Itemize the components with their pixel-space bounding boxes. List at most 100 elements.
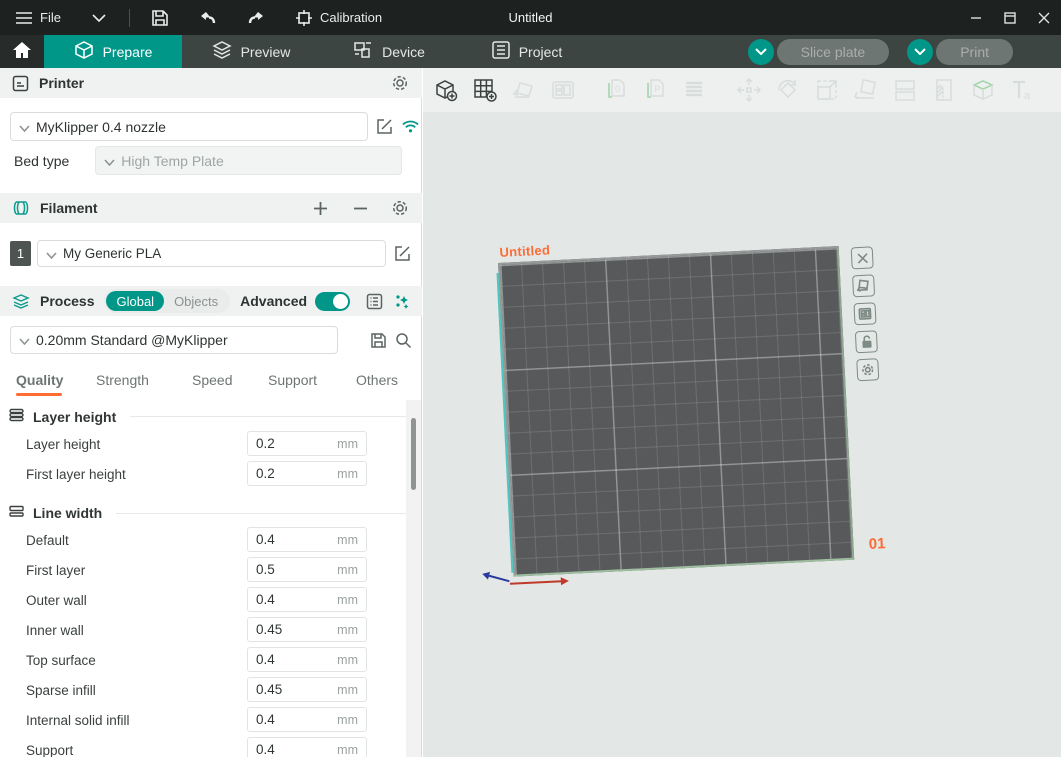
save-icon[interactable] [150, 8, 170, 28]
setting-input[interactable]: 0.4 mm [247, 647, 367, 672]
build-plate[interactable] [498, 246, 854, 577]
home-icon [12, 41, 32, 62]
setting-input[interactable]: 0.4 mm [247, 587, 367, 612]
scrollbar-thumb[interactable] [411, 418, 416, 490]
setting-input[interactable]: 0.45 mm [247, 677, 367, 702]
process-section-header: Process Global Objects Advanced [0, 286, 422, 316]
tab-preview-label: Preview [241, 44, 291, 60]
add-filament-icon[interactable] [310, 198, 330, 218]
save-preset-icon[interactable] [370, 330, 387, 350]
edit-printer-icon[interactable] [376, 117, 393, 137]
setting-unit: mm [337, 563, 358, 577]
add-plate-icon[interactable] [472, 76, 498, 104]
line-width-icon [8, 505, 25, 521]
redo-icon[interactable] [246, 8, 266, 28]
plate-number-label: 01 [868, 535, 886, 553]
scope-objects[interactable]: Objects [164, 291, 228, 311]
process-preset-select[interactable]: 0.20mm Standard @MyKlipper [10, 326, 338, 354]
close-icon[interactable] [1027, 0, 1061, 35]
maximize-icon[interactable] [993, 0, 1027, 35]
tab-prepare[interactable]: Prepare [44, 35, 182, 68]
slice-plate-button[interactable]: Slice plate [777, 39, 890, 65]
plate-toolbar [851, 246, 880, 381]
file-menu[interactable]: File [14, 8, 61, 28]
setting-value: 0.4 [256, 592, 337, 607]
paint-cube-icon[interactable] [970, 76, 996, 104]
tab-strength[interactable]: Strength [96, 366, 174, 396]
filament-gear-icon[interactable] [390, 198, 410, 218]
printer-preset-select[interactable]: MyKlipper 0.4 nozzle [10, 112, 368, 141]
setting-label: First layer [26, 563, 85, 578]
checklist-icon[interactable] [364, 291, 384, 311]
auto-orient-icon[interactable] [511, 76, 537, 104]
setting-input[interactable]: 0.4 mm [247, 737, 367, 757]
slice-options-chevron-icon[interactable] [748, 39, 774, 65]
remove-filament-icon[interactable] [350, 198, 370, 218]
arrange-icon[interactable] [550, 76, 576, 104]
filament-preset-select[interactable]: My Generic PLA [37, 240, 386, 267]
setting-unit: mm [337, 437, 358, 451]
setting-row: Default 0.4 mm [0, 525, 422, 555]
paste-icon[interactable]: P [642, 76, 668, 104]
tab-preview[interactable]: Preview [182, 35, 320, 68]
compare-sparkle-icon[interactable] [392, 291, 412, 311]
process-scope-toggle[interactable]: Global Objects [104, 289, 230, 313]
tab-project[interactable]: Project [458, 35, 596, 68]
rotate-icon[interactable] [775, 76, 801, 104]
orient-plate-icon[interactable] [852, 274, 875, 297]
scope-global[interactable]: Global [106, 291, 164, 311]
setting-input[interactable]: 0.2 mm [247, 431, 367, 456]
settings-scrollbar[interactable] [406, 400, 421, 757]
text-tool-icon[interactable]: a [1009, 76, 1035, 104]
undo-icon[interactable] [198, 8, 218, 28]
project-list-icon [492, 41, 510, 62]
advanced-toggle[interactable] [315, 292, 350, 311]
lay-flat-icon[interactable] [853, 76, 879, 104]
print-button[interactable]: Print [936, 39, 1013, 65]
setting-input[interactable]: 0.45 mm [247, 617, 367, 642]
setting-value: 0.4 [256, 532, 337, 547]
plate-layout-icon[interactable] [853, 302, 876, 325]
tab-others[interactable]: Others [356, 366, 412, 396]
delete-plate-icon[interactable] [851, 246, 874, 269]
setting-unit: mm [337, 713, 358, 727]
copy-icon[interactable]: 0 [603, 76, 629, 104]
search-icon[interactable] [395, 330, 412, 350]
setting-row: Support 0.4 mm [0, 735, 422, 757]
tab-quality[interactable]: Quality [16, 366, 78, 396]
calibration-menu[interactable]: Calibration [294, 8, 382, 28]
wifi-icon[interactable] [401, 117, 420, 137]
setting-unit: mm [337, 467, 358, 481]
bed-type-select[interactable]: High Temp Plate [95, 146, 402, 175]
setting-input[interactable]: 0.5 mm [247, 557, 367, 582]
plate-settings-icon[interactable] [856, 358, 879, 381]
axis-y-arrow [488, 575, 510, 583]
viewport-3d[interactable]: 0 P [423, 68, 1061, 757]
tab-device[interactable]: Device [320, 35, 458, 68]
build-plate-group: Untitled 01 [498, 246, 854, 577]
setting-input[interactable]: 0.2 mm [247, 461, 367, 486]
setting-value: 0.2 [256, 436, 337, 451]
setting-value: 0.4 [256, 742, 337, 757]
print-options-chevron-icon[interactable] [907, 39, 933, 65]
setting-input[interactable]: 0.4 mm [247, 527, 367, 552]
layers-fill-icon[interactable] [681, 76, 707, 104]
add-object-icon[interactable] [433, 76, 459, 104]
printer-gear-icon[interactable] [390, 73, 410, 93]
tab-speed[interactable]: Speed [192, 366, 248, 396]
plate-name-label[interactable]: Untitled [499, 242, 550, 260]
lock-plate-icon[interactable] [855, 330, 878, 353]
setting-value: 0.2 [256, 466, 337, 481]
group-divider [130, 416, 410, 417]
home-button[interactable] [0, 35, 44, 68]
chevron-down-icon[interactable] [89, 8, 109, 28]
fill-pattern-icon[interactable] [931, 76, 957, 104]
setting-input[interactable]: 0.4 mm [247, 707, 367, 732]
split-icon[interactable] [892, 76, 918, 104]
setting-label: Top surface [26, 653, 96, 668]
move-icon[interactable] [736, 76, 762, 104]
scale-icon[interactable] [814, 76, 840, 104]
edit-filament-icon[interactable] [392, 244, 412, 264]
minimize-icon[interactable] [959, 0, 993, 35]
tab-support[interactable]: Support [268, 366, 334, 396]
